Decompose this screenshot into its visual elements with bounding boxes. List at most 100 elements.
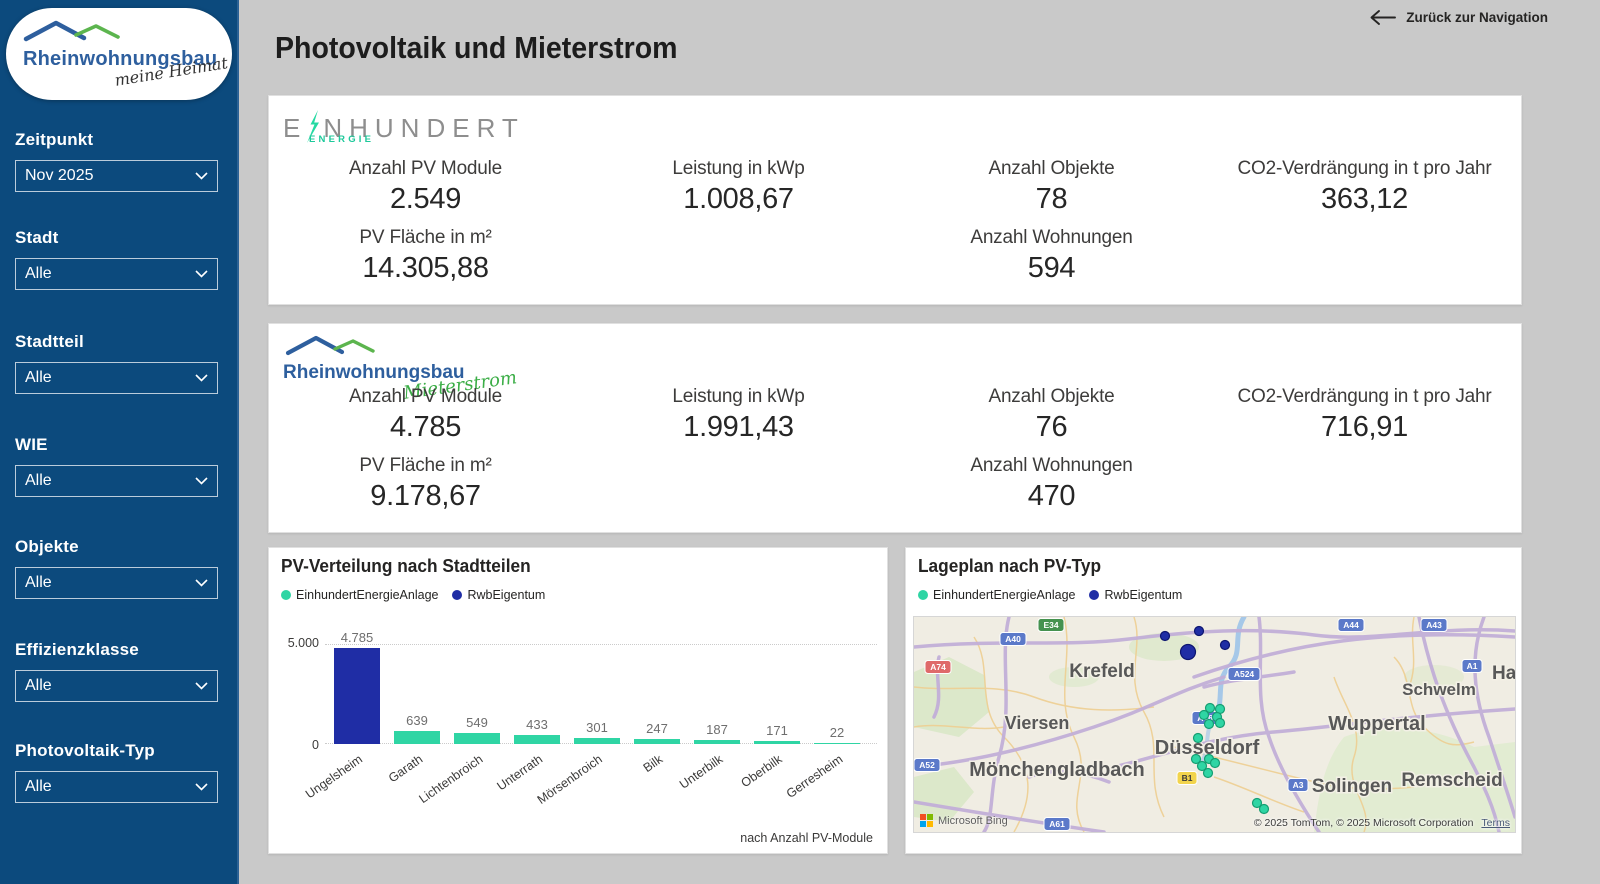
bar-value-label: 4.785 <box>340 630 374 646</box>
kpi-value: 470 <box>1027 480 1076 512</box>
legend-item-einhundert[interactable]: EinhundertEnergieAnlage <box>918 588 1075 602</box>
legend-item-rwb[interactable]: RwbEigentum <box>452 588 545 602</box>
filter-label: Objekte <box>15 537 79 556</box>
kpi-label: Leistung in kWp <box>672 386 805 407</box>
marker-einhundert-anlage[interactable] <box>1258 803 1270 815</box>
svg-text:A524: A524 <box>1234 669 1255 679</box>
svg-text:A44: A44 <box>1343 620 1359 630</box>
marker-einhundert-anlage[interactable] <box>1209 757 1221 769</box>
categories-row: Ungelsheim Garath Lichtenbroich Unterrath Mö… <box>303 748 877 828</box>
kpi-cell: Anzahl PV Module 4.785 <box>269 386 582 444</box>
kpi-label: PV Fläche in m² <box>359 227 492 248</box>
y-tick: 5.000 <box>287 636 319 650</box>
bar[interactable] <box>514 735 560 744</box>
map-attribution: © 2025 TomTom, © 2025 Microsoft Corporat… <box>1254 817 1510 829</box>
kpi-value: 2.549 <box>389 183 462 215</box>
kpi-value: 363,12 <box>1321 183 1408 215</box>
marker-rwb-eigentum[interactable] <box>1159 630 1171 642</box>
marker-rwb-eigentum[interactable] <box>1219 639 1231 651</box>
bar[interactable] <box>694 740 740 744</box>
filter-label: WIE <box>15 435 48 454</box>
map-city-label: Solingen <box>1312 776 1392 797</box>
photovoltaik-typ-dropdown[interactable]: Alle <box>15 771 218 803</box>
bing-label: Microsoft Bing <box>938 814 1008 827</box>
mieterstrom-kpi-card: Rheinwohnungsbau Mieterstrom Anzahl PV M… <box>268 323 1522 533</box>
company-logo: Rheinwohnungsbau meine Heimat <box>6 8 232 100</box>
objekte-dropdown[interactable]: Alle <box>15 567 218 599</box>
marker-einhundert-anlage[interactable] <box>1202 767 1214 779</box>
kpi-label: CO2-Verdrängung in t pro Jahr <box>1237 386 1492 407</box>
einhundert-kpi-card: E NHUNDERT ENERGIE Anzahl PV Module 2.54… <box>268 95 1522 305</box>
bing-map[interactable]: A40E34A74A52A524A44A43A1A46A3B1A61 Krefe… <box>913 616 1516 833</box>
kpi-cell-empty <box>1208 227 1521 285</box>
filter-label: Zeitpunkt <box>15 130 94 149</box>
map-title: Lageplan nach PV-Typ <box>918 556 1102 576</box>
filter-label: Stadtteil <box>15 332 84 351</box>
marker-einhundert-anlage[interactable] <box>1192 732 1204 744</box>
road-shield: A40 <box>999 632 1027 646</box>
road-shield: A74 <box>924 660 952 674</box>
map-panel: Lageplan nach PV-Typ EinhundertEnergieAn… <box>905 547 1522 854</box>
roof-icon <box>23 20 120 42</box>
bar[interactable] <box>814 743 860 744</box>
road-shield: A3 <box>1287 778 1309 792</box>
dropdown-value: Alle <box>25 369 52 386</box>
wie-dropdown[interactable]: Alle <box>15 465 218 497</box>
road-shield: A52 <box>914 758 941 772</box>
marker-rwb-eigentum[interactable] <box>1193 625 1205 637</box>
kpi-label: Anzahl Objekte <box>988 386 1115 407</box>
effizienzklasse-dropdown[interactable]: Alle <box>15 670 218 702</box>
marker-einhundert-anlage[interactable] <box>1214 717 1226 729</box>
rheinwohnungsbau-logo: Rheinwohnungsbau Mieterstrom <box>283 334 518 404</box>
bar[interactable] <box>454 733 500 744</box>
legend-item-einhundert[interactable]: EinhundertEnergieAnlage <box>281 588 438 602</box>
bar-value-label: 639 <box>406 713 428 729</box>
zeitpunkt-dropdown[interactable]: Nov 2025 <box>15 160 218 192</box>
kpi-cell: Anzahl Wohnungen 470 <box>895 455 1208 513</box>
bar[interactable] <box>394 731 440 744</box>
microsoft-logo-icon <box>920 814 933 827</box>
filter-label: Stadt <box>15 228 59 247</box>
stadtteil-dropdown[interactable]: Alle <box>15 362 218 394</box>
marker-rwb-eigentum[interactable] <box>1179 643 1197 661</box>
kpi-value: 78 <box>1035 183 1068 215</box>
marker-einhundert-anlage[interactable] <box>1198 709 1210 721</box>
legend-dot-green <box>918 590 928 600</box>
y-tick: 0 <box>312 738 319 752</box>
bar[interactable] <box>574 737 620 744</box>
terms-link[interactable]: Terms <box>1481 817 1510 829</box>
kpi-value: 4.785 <box>389 411 462 443</box>
filter-stadtteil: Stadtteil Alle <box>15 332 218 394</box>
svg-text:A1: A1 <box>1467 661 1478 671</box>
chart-title: PV-Verteilung nach Stadtteilen <box>281 556 531 576</box>
kpi-value: 76 <box>1035 411 1068 443</box>
kpi-cell: Anzahl Wohnungen 594 <box>895 227 1208 285</box>
chart-legend: EinhundertEnergieAnlage RwbEigentum <box>281 588 545 602</box>
kpi-cell: Anzahl PV Module 2.549 <box>269 158 582 216</box>
dropdown-value: Alle <box>25 265 52 282</box>
map-legend: EinhundertEnergieAnlage RwbEigentum <box>918 588 1182 602</box>
stadt-dropdown[interactable]: Alle <box>15 258 218 290</box>
chevron-down-icon <box>195 682 208 690</box>
filter-zeitpunkt: Zeitpunkt Nov 2025 <box>15 130 218 192</box>
bar-column: 433 <box>507 717 567 744</box>
road-shield: A1 <box>1461 659 1483 673</box>
map-city-label: Hag <box>1492 663 1515 684</box>
kpi-label: Anzahl PV Module <box>348 386 503 407</box>
kpi-cell: Anzahl Objekte 78 <box>895 158 1208 216</box>
back-label: Zurück zur Navigation <box>1406 10 1548 25</box>
marker-einhundert-anlage[interactable] <box>1203 718 1215 730</box>
bar[interactable] <box>634 739 680 744</box>
bar[interactable] <box>334 648 380 744</box>
filter-photovoltaik-typ: Photovoltaik-Typ Alle <box>15 741 218 803</box>
chevron-down-icon <box>195 783 208 791</box>
bars-row: 4.785 639 549 433 301 247 187 171 22 <box>327 630 877 744</box>
kpi-label: Anzahl PV Module <box>348 158 503 179</box>
chart-footnote: nach Anzahl PV-Module <box>740 831 873 845</box>
back-to-navigation-button[interactable]: Zurück zur Navigation <box>1369 9 1548 26</box>
bar[interactable] <box>754 740 800 744</box>
kpi-cell-empty <box>582 455 895 513</box>
kpi-value: 9.178,67 <box>370 480 481 512</box>
legend-item-rwb[interactable]: RwbEigentum <box>1089 588 1182 602</box>
map-city-label: Wuppertal <box>1328 713 1425 735</box>
